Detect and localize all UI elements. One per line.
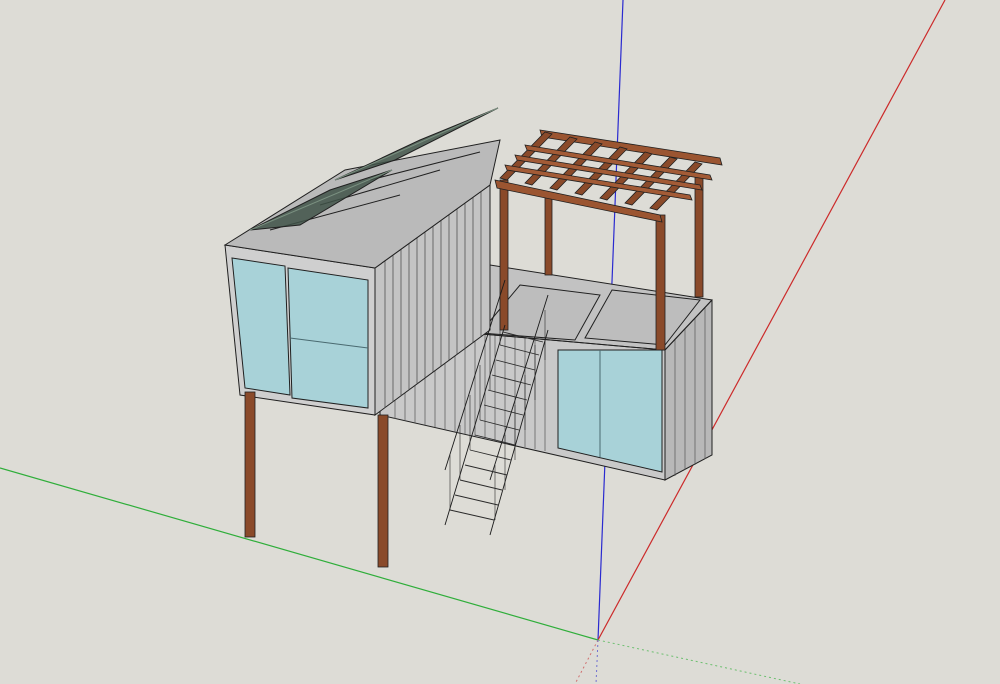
stilt-1 (244, 391, 256, 538)
model-scene[interactable] (0, 0, 1000, 684)
model-viewport[interactable] (0, 0, 1000, 684)
green-axis (0, 467, 599, 641)
pergola-post-2 (544, 194, 553, 276)
upper-glass-right (287, 267, 369, 409)
green-axis-dotted (597, 639, 801, 684)
stilts (244, 391, 389, 568)
blue-axis-dotted (595, 639, 599, 684)
stilt-2 (377, 414, 389, 568)
red-axis-dotted (574, 639, 599, 684)
pergola-post-3 (655, 214, 666, 351)
pergola-post-1 (499, 179, 509, 331)
pergola-post-4 (694, 174, 704, 298)
